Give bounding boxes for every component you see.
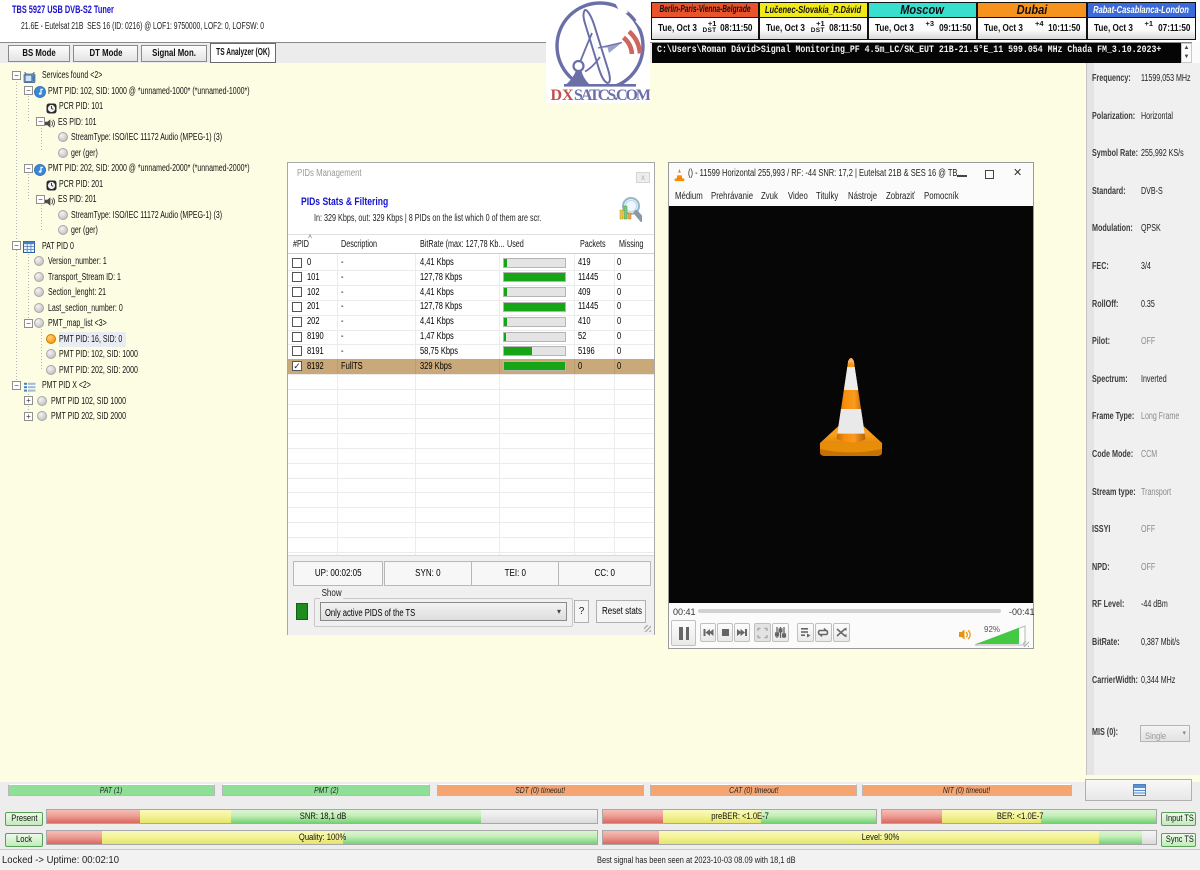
svg-text:92%: 92% [984, 625, 1000, 634]
svg-text:SATCS.COM: SATCS.COM [574, 87, 650, 103]
svg-text:DX: DX [551, 87, 574, 103]
